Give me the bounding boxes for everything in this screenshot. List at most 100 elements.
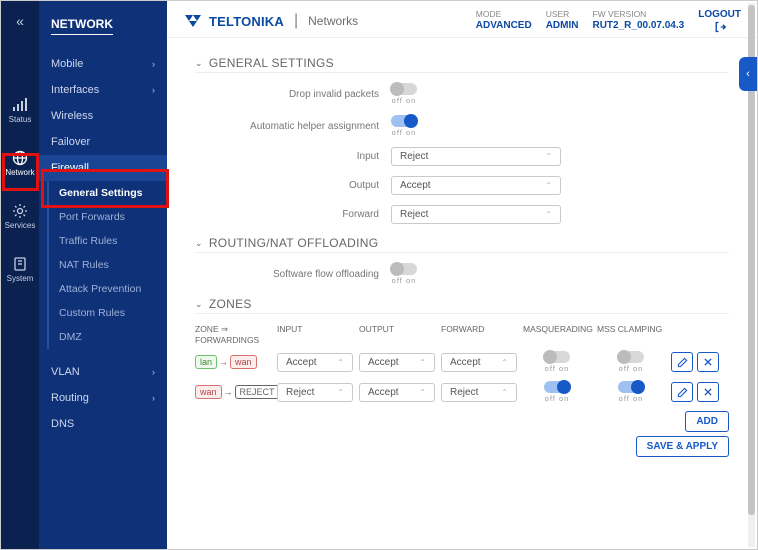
output-select[interactable]: Accept⌃ xyxy=(391,176,561,195)
drop-invalid-label: Drop invalid packets xyxy=(195,89,391,100)
rail-label: Network xyxy=(5,168,34,177)
rail-item-system[interactable]: System xyxy=(1,252,39,287)
caret-icon: ⌃ xyxy=(501,358,508,367)
section-header-zones[interactable]: ⌄ZONES xyxy=(195,297,729,314)
zone-forwarding: wan→REJECT xyxy=(195,385,271,399)
caret-icon: ⌃ xyxy=(337,358,344,367)
software-offloading-toggle[interactable] xyxy=(391,263,417,275)
rail-label: System xyxy=(7,274,34,283)
menu-vlan[interactable]: VLAN› xyxy=(39,359,167,385)
chevron-down-icon: ⌄ xyxy=(195,58,203,69)
header: TELTONIKA | Networks MODEADVANCED USERAD… xyxy=(167,1,757,38)
section-offloading: ⌄ROUTING/NAT OFFLOADING Software flow of… xyxy=(195,236,729,285)
mode-info: MODEADVANCED xyxy=(476,9,532,31)
zone-output-select[interactable]: Accept⌃ xyxy=(359,383,435,402)
auto-helper-toggle[interactable] xyxy=(391,115,417,127)
caret-icon: ⌃ xyxy=(545,181,552,190)
zone-forward-select[interactable]: Reject⌃ xyxy=(441,383,517,402)
rail-item-network[interactable]: Network xyxy=(1,146,39,181)
zone-row: lan→wan Accept⌃ Accept⌃ Accept⌃ off on o… xyxy=(195,351,729,373)
software-offloading-label: Software flow offloading xyxy=(195,269,391,280)
submenu-nat-rules[interactable]: NAT Rules xyxy=(49,253,167,277)
brand-logo-icon xyxy=(183,13,203,29)
submenu-port-forwards[interactable]: Port Forwards xyxy=(49,205,167,229)
caret-icon: ⌃ xyxy=(545,210,552,219)
globe-icon xyxy=(12,150,28,166)
rail-item-status[interactable]: Status xyxy=(1,93,39,128)
chevron-down-icon: ⌄ xyxy=(195,238,203,249)
menu-routing[interactable]: Routing› xyxy=(39,385,167,411)
menu-mobile[interactable]: Mobile› xyxy=(39,51,167,77)
close-icon xyxy=(703,357,713,367)
zone-masq-toggle[interactable] xyxy=(544,381,570,393)
delete-zone-button[interactable] xyxy=(697,352,719,372)
zone-forwarding: lan→wan xyxy=(195,355,271,369)
rail-label: Services xyxy=(5,221,36,230)
section-header-general[interactable]: ⌄GENERAL SETTINGS xyxy=(195,56,729,73)
collapse-sidebar-icon[interactable]: « xyxy=(12,9,28,33)
side-panel-toggle[interactable]: ‹ xyxy=(739,57,757,91)
mode-toggle[interactable]: ADVANCED xyxy=(476,20,532,31)
zone-forward-select[interactable]: Accept⌃ xyxy=(441,353,517,372)
fw-info: FW VERSIONRUT2_R_00.07.04.3 xyxy=(592,9,684,31)
icon-rail: « Status Network Services System xyxy=(1,1,39,549)
user-info: USERADMIN xyxy=(546,9,579,31)
main: TELTONIKA | Networks MODEADVANCED USERAD… xyxy=(167,1,757,549)
zones-table-header: ZONE ⇒ FORWARDINGS INPUT OUTPUT FORWARD … xyxy=(195,324,729,345)
menu-firewall[interactable]: Firewall⌄ xyxy=(39,155,167,181)
chevron-right-icon: › xyxy=(152,59,155,69)
chevron-down-icon: ⌄ xyxy=(195,299,203,310)
chevron-right-icon: › xyxy=(152,85,155,95)
system-icon xyxy=(12,256,28,272)
edit-zone-button[interactable] xyxy=(671,382,693,402)
output-label: Output xyxy=(195,180,391,191)
submenu-firewall: General Settings Port Forwards Traffic R… xyxy=(47,181,167,349)
pencil-icon xyxy=(677,357,688,368)
menu-failover[interactable]: Failover xyxy=(39,129,167,155)
caret-icon: ⌃ xyxy=(419,388,426,397)
brand: TELTONIKA | Networks xyxy=(183,12,358,30)
submenu-custom-rules[interactable]: Custom Rules xyxy=(49,301,167,325)
forward-select[interactable]: Reject⌃ xyxy=(391,205,561,224)
input-select[interactable]: Reject⌃ xyxy=(391,147,561,166)
zone-output-select[interactable]: Accept⌃ xyxy=(359,353,435,372)
section-header-offloading[interactable]: ⌄ROUTING/NAT OFFLOADING xyxy=(195,236,729,253)
submenu-traffic-rules[interactable]: Traffic Rules xyxy=(49,229,167,253)
sidebar: NETWORK Mobile› Interfaces› Wireless Fai… xyxy=(39,1,167,549)
zone-mss-toggle[interactable] xyxy=(618,381,644,393)
menu-interfaces[interactable]: Interfaces› xyxy=(39,77,167,103)
menu-dns[interactable]: DNS xyxy=(39,411,167,437)
content: ⌄GENERAL SETTINGS Drop invalid packets o… xyxy=(167,38,757,549)
zone-row: wan→REJECT Reject⌃ Accept⌃ Reject⌃ off o… xyxy=(195,381,729,403)
delete-zone-button[interactable] xyxy=(697,382,719,402)
chevron-right-icon: › xyxy=(152,367,155,377)
logout-button[interactable]: LOGOUT xyxy=(698,9,741,33)
rail-label: Status xyxy=(9,115,32,124)
save-apply-button[interactable]: SAVE & APPLY xyxy=(636,436,729,457)
submenu-dmz[interactable]: DMZ xyxy=(49,325,167,349)
rail-item-services[interactable]: Services xyxy=(1,199,39,234)
sidebar-title: NETWORK xyxy=(39,11,167,41)
chevron-down-icon: ⌄ xyxy=(147,163,155,174)
zone-mss-toggle[interactable] xyxy=(618,351,644,363)
gear-icon xyxy=(12,203,28,219)
chevron-right-icon: › xyxy=(152,393,155,403)
caret-icon: ⌃ xyxy=(501,388,508,397)
section-general: ⌄GENERAL SETTINGS Drop invalid packets o… xyxy=(195,56,729,224)
close-icon xyxy=(703,387,713,397)
zone-input-select[interactable]: Accept⌃ xyxy=(277,353,353,372)
drop-invalid-toggle[interactable] xyxy=(391,83,417,95)
auto-helper-label: Automatic helper assignment xyxy=(195,121,391,132)
caret-icon: ⌃ xyxy=(337,388,344,397)
add-zone-button[interactable]: ADD xyxy=(685,411,729,432)
edit-zone-button[interactable] xyxy=(671,352,693,372)
zone-input-select[interactable]: Reject⌃ xyxy=(277,383,353,402)
caret-icon: ⌃ xyxy=(419,358,426,367)
submenu-attack-prevention[interactable]: Attack Prevention xyxy=(49,277,167,301)
section-zones: ⌄ZONES ZONE ⇒ FORWARDINGS INPUT OUTPUT F… xyxy=(195,297,729,457)
menu-wireless[interactable]: Wireless xyxy=(39,103,167,129)
caret-icon: ⌃ xyxy=(545,152,552,161)
forward-label: Forward xyxy=(195,209,391,220)
zone-masq-toggle[interactable] xyxy=(544,351,570,363)
submenu-general-settings[interactable]: General Settings xyxy=(49,181,167,205)
